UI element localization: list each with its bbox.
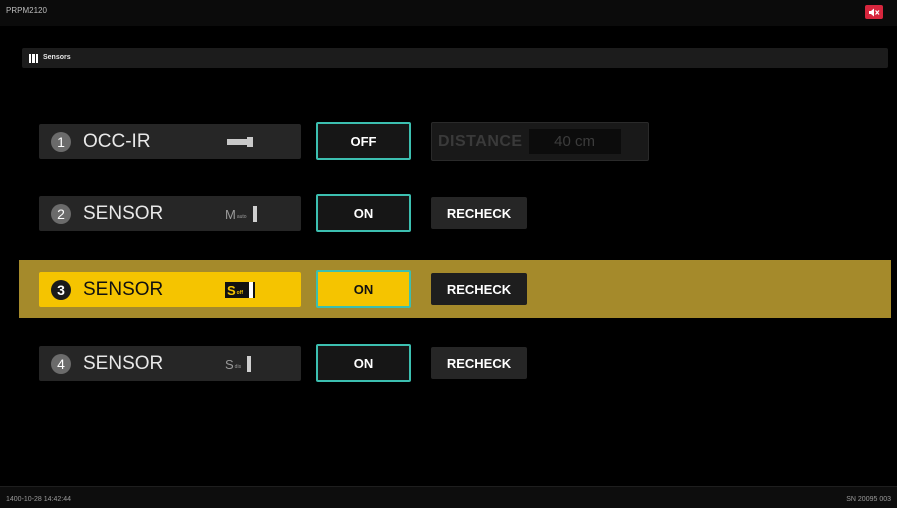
mode-letter: S (227, 283, 236, 298)
sensor-mode-indicator: S off (225, 282, 256, 298)
mode-subscript: dis (234, 364, 242, 370)
timestamp: 1400-10-28 14:42:44 (6, 496, 71, 503)
distance-field: DISTANCE 40 cm (431, 122, 649, 161)
status-footer: 1400-10-28 14:42:44 SN 20095 003 (0, 486, 897, 508)
sensor-name: SENSOR (83, 278, 164, 300)
sensor-row-2: 2 SENSOR M auto ON RECHECK (0, 184, 897, 242)
sensor-name-box: 4 SENSOR S dis (39, 346, 301, 381)
mode-subscript: off (236, 290, 244, 296)
mode-letter: M (225, 207, 236, 222)
sensor-row-4: 4 SENSOR S dis ON RECHECK (0, 334, 897, 392)
grid-icon (29, 54, 38, 63)
sensor-mode-indicator: M auto (225, 206, 257, 222)
serial-number: SN 20095 003 (846, 496, 891, 503)
sensor-toggle-button[interactable]: ON (316, 344, 411, 382)
speaker-mute-icon (869, 8, 880, 16)
sensor-number-badge: 1 (51, 131, 71, 152)
mute-button[interactable] (865, 5, 883, 19)
sensor-name: OCC-IR (83, 130, 151, 152)
mode-letter: S (225, 357, 234, 372)
sensor-number-badge: 4 (51, 353, 71, 374)
recheck-button[interactable]: RECHECK (431, 273, 527, 305)
mode-level-bar (249, 282, 254, 298)
sensor-row-1: 1 OCC-IR OFF DISTANCE 40 cm (0, 112, 897, 170)
sensor-number-badge: 3 (51, 279, 71, 300)
sensor-name-box: 1 OCC-IR (39, 124, 301, 159)
section-title: Sensors (43, 54, 71, 61)
sensor-number-badge: 2 (51, 203, 71, 224)
sensor-mode-indicator: S dis (225, 356, 252, 372)
recheck-button[interactable]: RECHECK (431, 197, 527, 229)
distance-label: DISTANCE (438, 132, 523, 150)
mode-level-bar (252, 206, 257, 222)
sensor-name: SENSOR (83, 352, 164, 374)
mode-level-bar (247, 356, 252, 372)
mode-subscript: auto (236, 214, 247, 220)
sensor-row-3-selected: 3 SENSOR S off ON RECHECK (19, 260, 891, 318)
sensor-toggle-button[interactable]: ON (316, 270, 411, 308)
sensor-name: SENSOR (83, 202, 164, 224)
sensor-toggle-button[interactable]: OFF (316, 122, 411, 160)
sensor-toggle-button[interactable]: ON (316, 194, 411, 232)
distance-value: 40 cm (528, 129, 621, 154)
sensor-name-box: 3 SENSOR S off (39, 272, 301, 307)
sensor-name-box: 2 SENSOR M auto (39, 196, 301, 231)
recheck-button[interactable]: RECHECK (431, 347, 527, 379)
top-bar: PRPM2120 (0, 0, 897, 26)
window-title: PRPM2120 (6, 6, 47, 15)
section-header: Sensors (22, 48, 888, 68)
plug-icon (227, 137, 253, 147)
